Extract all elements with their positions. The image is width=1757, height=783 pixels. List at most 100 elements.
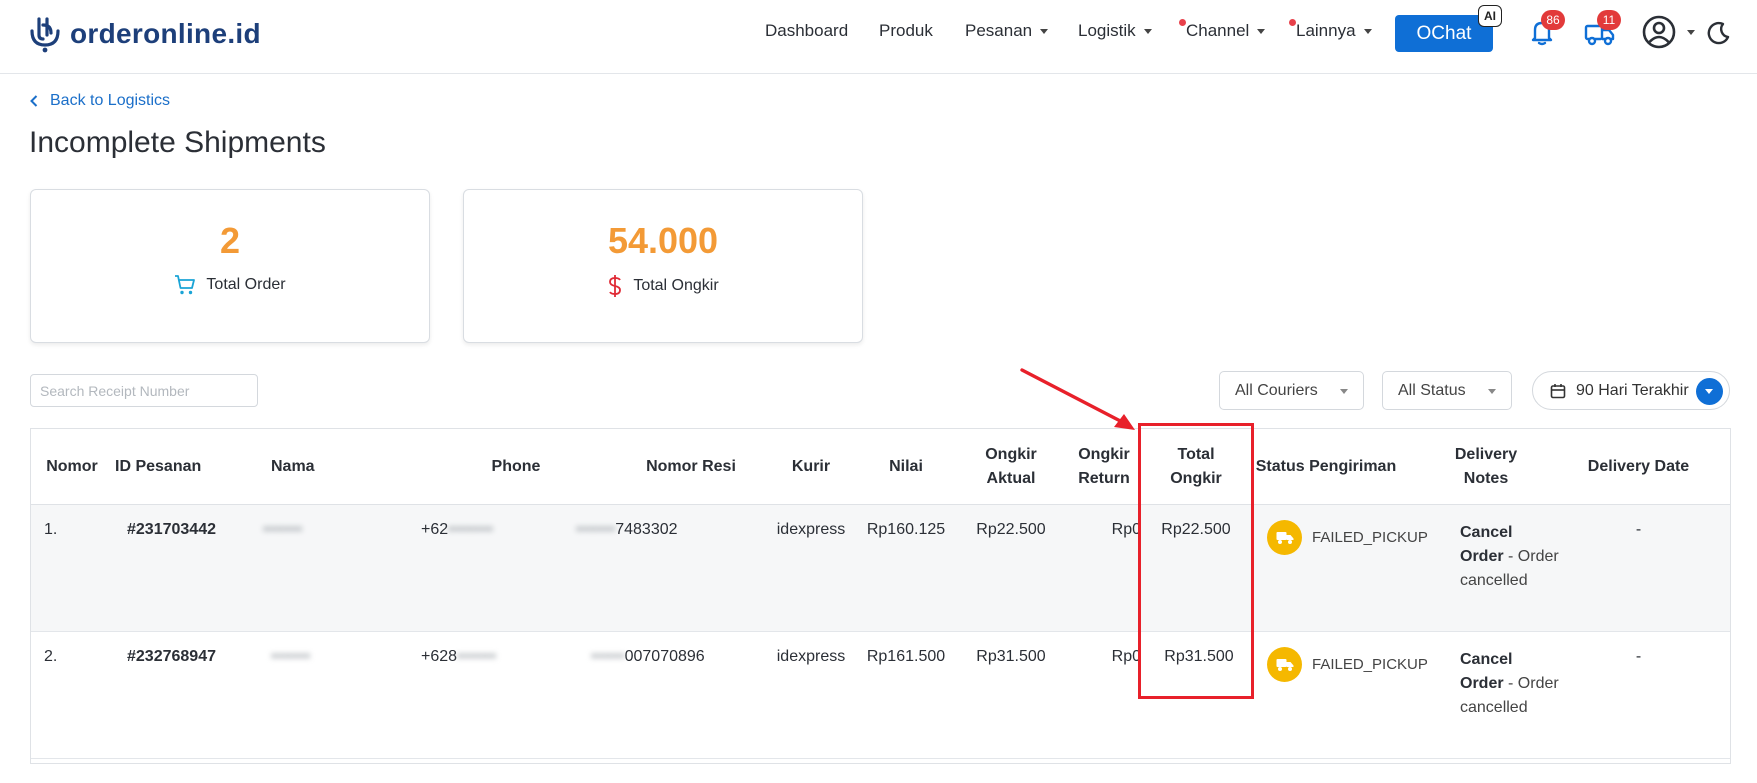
- phone-prefix: +62: [421, 521, 449, 538]
- stat-label: Total Ongkir: [633, 277, 719, 294]
- nav-item-pesanan[interactable]: Pesanan: [965, 21, 1049, 41]
- status-label: FAILED_PICKUP: [1312, 529, 1428, 546]
- stat-label-row: Total Ongkir: [464, 274, 862, 298]
- cell-delivery-date: -: [1635, 521, 1642, 538]
- shipments-count: 11: [1597, 10, 1621, 30]
- phone-prefix: +628: [421, 648, 458, 665]
- cell-ongkir-return: Rp0: [1111, 521, 1141, 538]
- back-link-label: Back to Logistics: [50, 92, 171, 109]
- new-dot-icon: [1179, 19, 1186, 26]
- status-label: FAILED_PICKUP: [1312, 656, 1428, 673]
- table-row[interactable]: 2. #232768947 ••••••• +628••••••• ••••••…: [31, 632, 1730, 759]
- cell-status: FAILED_PICKUP: [1267, 647, 1428, 682]
- chevron-down-icon: [1143, 28, 1152, 34]
- nav-item-produk[interactable]: Produk: [879, 21, 933, 41]
- cell-nama: •••••••: [271, 648, 310, 666]
- status-select[interactable]: All Status: [1382, 371, 1512, 410]
- col-header-phone: Phone: [491, 458, 541, 475]
- cell-id-pesanan[interactable]: #232768947: [127, 648, 216, 666]
- user-menu-button[interactable]: [1641, 14, 1695, 50]
- ochat-label: OChat: [1416, 22, 1472, 44]
- col-header-delivery-date: Delivery Date: [1587, 458, 1690, 475]
- stat-value: 2: [219, 220, 241, 261]
- stat-label: Total Order: [206, 276, 286, 293]
- resi-suffix: 7483302: [615, 521, 678, 538]
- cell-nilai: Rp160.125: [866, 521, 946, 538]
- redacted-phone: •••••••: [457, 648, 497, 665]
- nav-item-lainnya[interactable]: Lainnya: [1289, 19, 1372, 41]
- truck-status-icon: [1267, 520, 1302, 555]
- date-range-picker[interactable]: 90 Hari Terakhir: [1532, 371, 1730, 410]
- cell-kurir: idexpress: [776, 521, 846, 538]
- new-dot-icon: [1289, 19, 1296, 26]
- highlight-box: [1138, 423, 1254, 699]
- cell-ongkir-aktual: Rp31.500: [976, 648, 1046, 665]
- back-to-logistics-link[interactable]: Back to Logistics: [30, 92, 170, 110]
- dark-mode-toggle[interactable]: [1705, 20, 1731, 46]
- calendar-icon: [1550, 383, 1566, 398]
- nav-item-dashboard[interactable]: Dashboard: [765, 21, 848, 41]
- brand-logo[interactable]: orderonline.id: [28, 14, 261, 54]
- top-navbar: orderonline.id Dashboard Produk Pesanan …: [0, 0, 1757, 74]
- cell-status: FAILED_PICKUP: [1267, 520, 1428, 555]
- chevron-down-icon: [1488, 389, 1496, 394]
- nav-item-logistik[interactable]: Logistik: [1078, 21, 1152, 41]
- cell-delivery-notes: Cancel Order - Order cancelled: [1460, 521, 1560, 593]
- courier-select-value: All Couriers: [1235, 381, 1318, 399]
- cell-nomor-resi: ••••••007070896: [591, 648, 705, 666]
- chevron-down-icon: [1340, 389, 1348, 394]
- chevron-down-icon: [1705, 389, 1713, 394]
- date-range-dropdown-button[interactable]: [1696, 378, 1723, 405]
- chevron-down-icon: [1040, 28, 1049, 34]
- redacted-resi: •••••••: [576, 521, 616, 538]
- cell-nomor-resi: •••••••7483302: [576, 521, 678, 539]
- cell-delivery-date: -: [1635, 648, 1642, 665]
- stat-label-row: Total Order: [31, 274, 429, 296]
- status-select-value: All Status: [1398, 381, 1466, 399]
- col-header-nama: Nama: [271, 458, 315, 475]
- cell-nomor: 1.: [44, 521, 58, 538]
- nav-item-label: Produk: [879, 21, 933, 40]
- notifications-button[interactable]: 86: [1526, 10, 1565, 48]
- col-header-nilai: Nilai: [889, 458, 923, 475]
- col-header-status: Status Pengiriman: [1255, 458, 1397, 475]
- cell-kurir: idexpress: [776, 648, 846, 665]
- col-header-kurir: Kurir: [791, 458, 831, 475]
- redacted-phone: ••••••••: [448, 521, 493, 538]
- page-title: Incomplete Shipments: [29, 126, 326, 159]
- cell-delivery-notes: Cancel Order - Order cancelled: [1460, 648, 1560, 720]
- cell-ongkir-aktual: Rp22.500: [976, 521, 1046, 538]
- stat-card-total-ongkir: 54.000 Total Ongkir: [463, 189, 863, 343]
- col-header-nomor: Nomor: [46, 458, 98, 475]
- cell-phone: +628•••••••: [421, 648, 496, 666]
- cell-nomor: 2.: [44, 648, 58, 665]
- redacted-resi: ••••••: [591, 648, 625, 665]
- ai-badge: AI: [1478, 5, 1502, 27]
- logo-icon: [30, 17, 60, 53]
- search-receipt-input[interactable]: [30, 374, 258, 407]
- nav-item-channel[interactable]: Channel: [1179, 19, 1266, 41]
- notification-count: 86: [1541, 10, 1565, 30]
- chevron-left-icon: [30, 95, 38, 107]
- dollar-icon: [609, 275, 622, 297]
- chevron-down-icon: [1363, 28, 1372, 34]
- redacted-name: •••••••: [271, 648, 311, 665]
- chevron-down-icon: [1257, 28, 1266, 34]
- moon-icon: [1707, 21, 1730, 45]
- nav-item-label: Lainnya: [1296, 21, 1356, 40]
- shipments-button[interactable]: 11: [1583, 10, 1621, 48]
- chevron-down-icon: [1687, 30, 1695, 35]
- table-row[interactable]: 1. #231703442 ••••••• +62•••••••• ••••••…: [31, 505, 1730, 632]
- col-header-ongkir-aktual: Ongkir Aktual: [985, 446, 1037, 487]
- nav-item-label: Logistik: [1078, 21, 1136, 40]
- redacted-name: •••••••: [263, 521, 303, 538]
- annotation-arrow-icon: [1020, 368, 1135, 430]
- cell-id-pesanan[interactable]: #231703442: [127, 521, 216, 539]
- user-avatar-icon: [1642, 15, 1676, 49]
- courier-select[interactable]: All Couriers: [1219, 371, 1364, 410]
- cart-icon: [175, 275, 196, 295]
- shipments-table: Nomor ID Pesanan Nama Phone Nomor Resi K…: [30, 428, 1731, 764]
- resi-suffix: 007070896: [624, 648, 705, 665]
- table-header: Nomor ID Pesanan Nama Phone Nomor Resi K…: [31, 429, 1730, 505]
- notes-title: Cancel Order: [1460, 524, 1513, 565]
